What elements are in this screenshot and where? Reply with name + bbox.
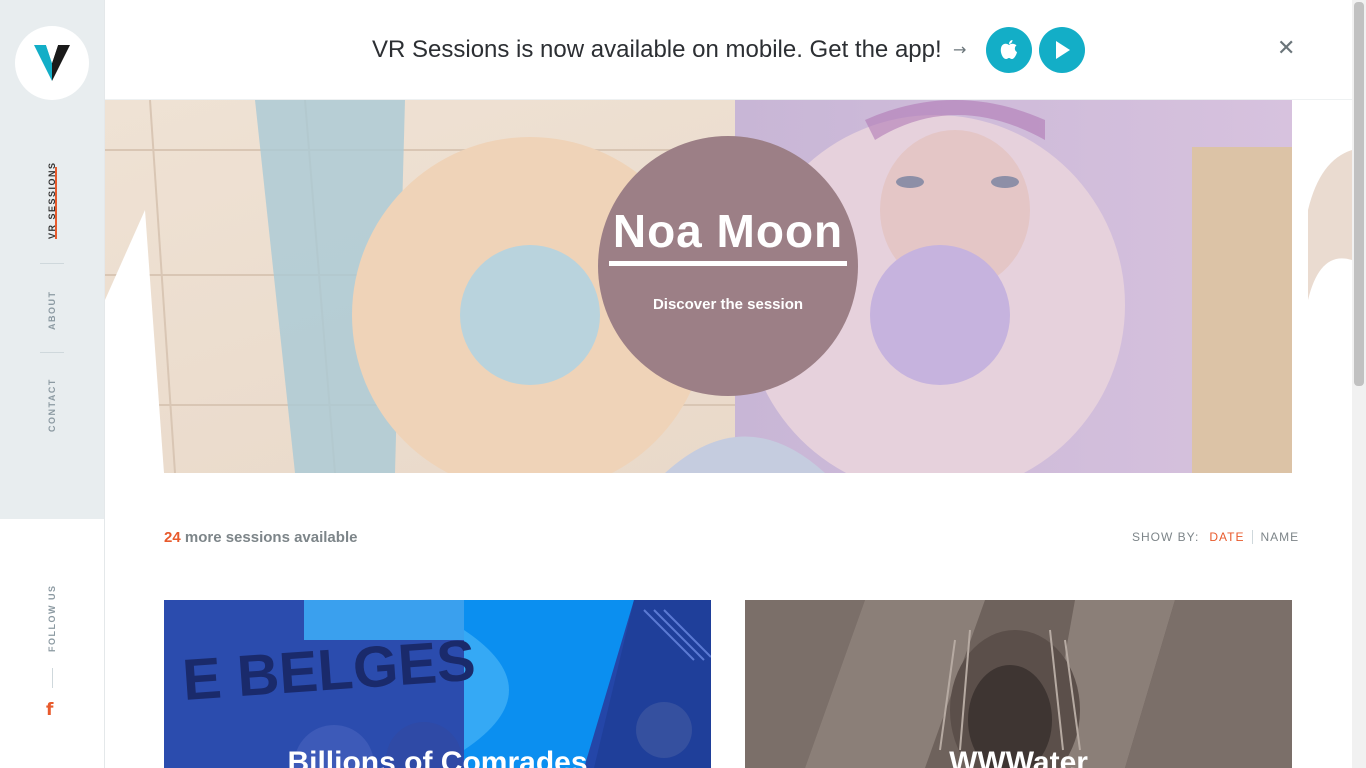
hero-title: Noa Moon <box>612 205 844 257</box>
session-card-billions-of-comrades[interactable]: E BELGES Billions of Comrades <box>164 600 711 768</box>
page: VR SESSIONS ABOUT CONTACT FOLLOW US f VR… <box>0 0 1366 768</box>
sort-by-name[interactable]: NAME <box>1260 530 1299 544</box>
session-card-title: WWWater <box>949 746 1088 768</box>
hero-session[interactable]: Noa Moon Discover the session <box>105 100 1352 473</box>
sessions-count-number: 24 <box>164 529 181 546</box>
facebook-icon[interactable]: f <box>46 700 53 720</box>
arrow-right-icon: → <box>953 40 967 59</box>
nav-contact-label: CONTACT <box>47 378 57 432</box>
session-card-wwwater[interactable]: WWWater <box>745 600 1292 768</box>
follow-us-label: FOLLOW US <box>47 584 57 653</box>
sessions-count: 24 more sessions available <box>164 529 357 546</box>
session-card-title: Billions of Comrades <box>287 746 588 768</box>
sort-by-date[interactable]: DATE <box>1209 530 1254 544</box>
app-store-button[interactable] <box>986 27 1032 73</box>
nav-vr-sessions[interactable]: VR SESSIONS <box>42 161 62 239</box>
hero-title-underline <box>609 261 847 266</box>
nav-divider <box>40 352 64 353</box>
session-card-image: E BELGES <box>164 600 711 768</box>
play-store-button[interactable] <box>1039 27 1085 73</box>
nav-contact[interactable]: CONTACT <box>42 378 62 432</box>
app-banner-text: VR Sessions is now available on mobile. … <box>372 36 942 63</box>
play-store-icon <box>1056 41 1070 59</box>
sidebar: VR SESSIONS ABOUT CONTACT FOLLOW US f <box>0 0 105 768</box>
sort-controls: SHOW BY: DATE NAME <box>1132 530 1299 544</box>
follow-divider <box>52 668 53 688</box>
sessions-count-suffix: more sessions available <box>180 529 358 546</box>
nav-divider <box>40 263 64 264</box>
logo-v-icon <box>34 45 70 81</box>
app-banner: VR Sessions is now available on mobile. … <box>105 0 1352 100</box>
session-card-image <box>745 600 1292 768</box>
scrollbar-thumb[interactable] <box>1354 2 1364 386</box>
vr-sessions-logo[interactable] <box>15 26 89 100</box>
nav-vr-sessions-label: VR SESSIONS <box>47 161 57 239</box>
hero-session-link[interactable]: Noa Moon Discover the session <box>598 136 858 396</box>
apple-icon <box>1000 40 1017 59</box>
page-scrollbar[interactable] <box>1352 0 1366 768</box>
close-icon[interactable]: ✕ <box>1277 36 1295 61</box>
nav-about-label: ABOUT <box>47 290 57 331</box>
nav-about[interactable]: ABOUT <box>42 290 62 331</box>
discover-session-link[interactable]: Discover the session <box>653 296 803 313</box>
show-by-label: SHOW BY: <box>1132 530 1200 544</box>
